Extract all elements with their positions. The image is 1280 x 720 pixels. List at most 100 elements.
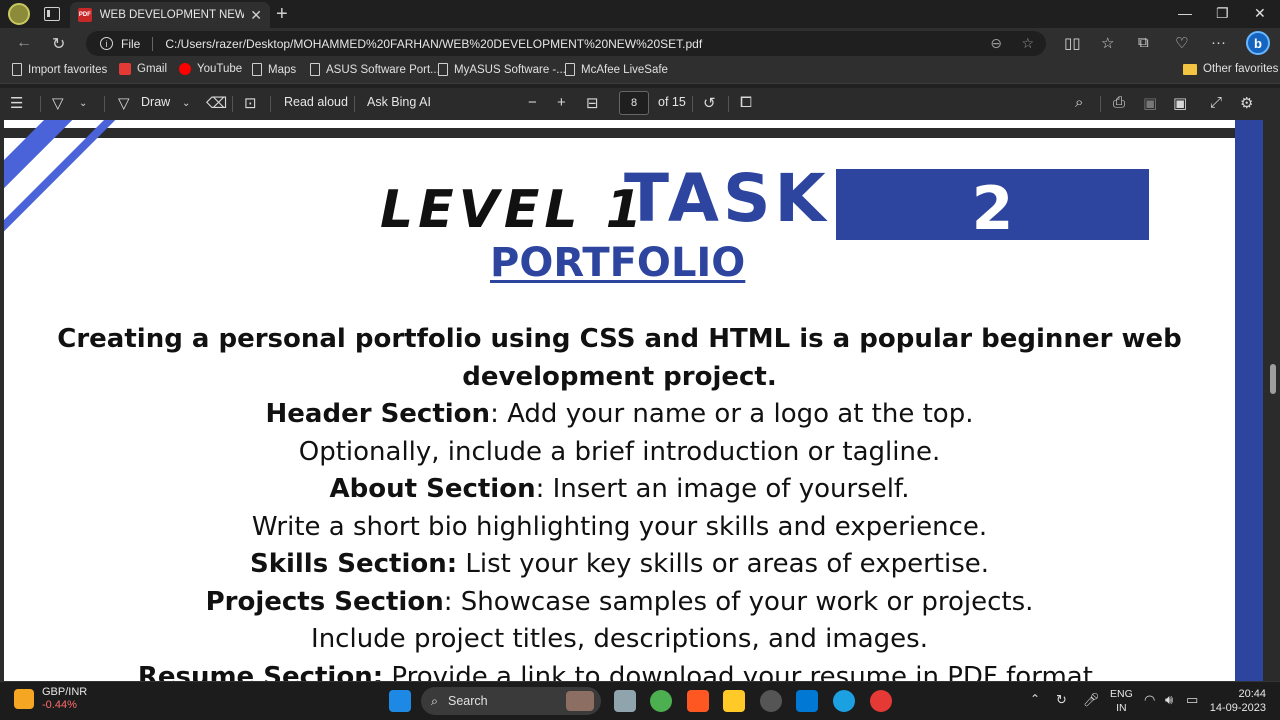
settings-gear-icon[interactable]: ⚙ [1240, 94, 1253, 112]
language-indicator[interactable]: ENG IN [1110, 687, 1133, 715]
fav-maps[interactable]: Maps [252, 63, 296, 76]
body-line: Header Section: Add your name or a logo … [4, 396, 1235, 434]
section-text: List your key skills or areas of experti… [457, 549, 990, 579]
read-aloud-button[interactable]: Read aloud [284, 95, 348, 109]
zoom-icon[interactable]: ⊖ [990, 35, 1002, 52]
page-number-input[interactable]: 8 [619, 91, 649, 115]
draw-button[interactable]: Draw [141, 95, 170, 109]
minimize-icon[interactable]: — [1178, 5, 1192, 21]
divider [354, 96, 355, 112]
refresh-icon[interactable]: ↻ [52, 34, 65, 54]
fav-youtube[interactable]: YouTube [179, 63, 242, 75]
maximize-icon[interactable]: ❐ [1216, 5, 1229, 22]
brave-icon[interactable] [687, 690, 709, 712]
new-tab-icon[interactable]: + [276, 4, 288, 24]
level-title: LEVEL 1 [380, 180, 647, 240]
contents-icon[interactable]: ☰ [10, 94, 23, 112]
tab-actions-icon[interactable] [44, 7, 60, 21]
body-line: Projects Section: Showcase samples of yo… [4, 584, 1235, 622]
search-icon[interactable]: ⌕ [1075, 94, 1083, 111]
save-as-icon[interactable]: ▣ [1173, 94, 1187, 112]
page-view-icon[interactable]: ⧠ [740, 94, 752, 111]
print-icon[interactable]: ⎙ [1113, 94, 1125, 111]
info-icon[interactable]: i [100, 37, 113, 50]
clock[interactable]: 20:44 14-09-2023 [1210, 687, 1266, 715]
scrollbar-thumb[interactable] [1270, 364, 1276, 394]
favorite-star-icon[interactable]: ☆ [1021, 35, 1034, 52]
body-line: Skills Section: List your key skills or … [4, 546, 1235, 584]
section-label: Header Section [265, 399, 491, 429]
section-label: Projects Section [205, 586, 444, 617]
erase-icon[interactable]: ⌫ [206, 94, 227, 112]
rotate-icon[interactable]: ↺ [703, 94, 716, 112]
fav-other[interactable]: Other favorites [1183, 63, 1278, 75]
fav-asus-portal[interactable]: ASUS Software Port... [310, 63, 440, 76]
fullscreen-icon[interactable]: ⤢ [1210, 94, 1222, 111]
favorites-icon[interactable]: ☆ [1101, 34, 1114, 52]
section-text: : Insert an image of yourself. [535, 474, 910, 504]
file-explorer-icon[interactable] [723, 690, 745, 712]
section-text: Write a short bio highlighting your skil… [251, 511, 988, 542]
split-screen-icon[interactable]: ▯▯ [1064, 34, 1081, 52]
app-icon[interactable] [760, 690, 782, 712]
edge-icon[interactable] [833, 690, 855, 712]
page-content: LEVEL 1 TASK 2 PORTFOLIO Creating a pers… [4, 120, 1235, 681]
wifi-icon[interactable]: ◠ [1144, 692, 1155, 708]
battery-icon[interactable]: ▭ [1186, 692, 1198, 708]
address-bar[interactable]: i File C:/Users/razer/Desktop/MOHAMMED%2… [86, 31, 1046, 56]
pdf-page: LEVEL 1 TASK 2 PORTFOLIO Creating a pers… [4, 120, 1235, 681]
section-text: Include project titles, descriptions, an… [311, 624, 928, 654]
search-icon: ⌕ [431, 693, 439, 708]
section-label: Skills Section: [249, 549, 458, 579]
ask-bing-button[interactable]: Ask Bing AI [367, 95, 431, 109]
chevron-down-icon[interactable]: ⌄ [182, 98, 190, 109]
zoom-in-icon[interactable]: + [557, 94, 566, 111]
divider [270, 96, 271, 112]
task-view-icon[interactable] [614, 690, 636, 712]
vertical-scrollbar[interactable] [1266, 118, 1280, 681]
microphone-icon[interactable]: 🎤︎ [1083, 692, 1100, 708]
divider [104, 96, 105, 112]
close-window-icon[interactable]: ✕ [1254, 5, 1266, 22]
divider [728, 96, 729, 112]
fav-label: Maps [268, 63, 297, 76]
navigation-bar: ← ↻ i File C:/Users/razer/Desktop/MOHAMM… [0, 28, 1280, 58]
tab-close-icon[interactable]: ✕ [250, 7, 262, 24]
zoom-out-icon[interactable]: − [528, 94, 537, 111]
save-icon[interactable]: ▣ [1143, 94, 1157, 112]
start-icon[interactable] [389, 690, 411, 712]
sync-icon[interactable]: ↻ [1056, 692, 1067, 708]
fit-page-icon[interactable]: ⊟ [586, 94, 599, 112]
vscode-icon[interactable] [796, 690, 818, 712]
volume-icon[interactable]: 🔊︎ [1165, 692, 1173, 708]
bing-copilot-icon[interactable]: b [1246, 31, 1270, 55]
chevron-down-icon[interactable]: ⌄ [79, 98, 87, 109]
text-box-icon[interactable]: ⊡ [244, 94, 257, 112]
title-bar: PDF WEB DEVELOPMENT NEW SET.pdf ✕ + — ❐ … [0, 0, 1280, 28]
portfolio-heading: PORTFOLIO [490, 240, 746, 286]
draw-icon[interactable]: ▽ [118, 94, 130, 112]
widget-icon[interactable] [566, 691, 594, 711]
tab-title: WEB DEVELOPMENT NEW SET.pdf [99, 9, 245, 21]
stock-widget[interactable]: GBP/INR -0.44% [14, 686, 87, 712]
fav-myasus[interactable]: MyASUS Software -... [438, 63, 566, 76]
address-url[interactable]: C:/Users/razer/Desktop/MOHAMMED%20FARHAN… [165, 37, 702, 51]
highlight-icon[interactable]: ▽ [52, 94, 64, 112]
document-body: Creating a personal portfolio using CSS … [4, 320, 1235, 681]
fav-gmail[interactable]: Gmail [119, 63, 167, 75]
profile-avatar[interactable] [8, 3, 30, 25]
browser-essentials-icon[interactable]: ♡ [1175, 34, 1188, 52]
pdf-toolbar: ☰ ▽ ⌄ ▽ Draw ⌄ ⌫ ⊡ Read aloud Ask Bing A… [0, 88, 1280, 118]
collections-icon[interactable]: ⧉ [1138, 34, 1149, 51]
youtube-icon [179, 63, 191, 75]
divider [692, 96, 693, 112]
fav-mcafee[interactable]: McAfee LiveSafe [565, 63, 668, 76]
pdf-viewport[interactable]: LEVEL 1 TASK 2 PORTFOLIO Creating a pers… [0, 118, 1280, 681]
chevron-up-icon[interactable]: ⌃ [1030, 692, 1040, 706]
tab-pdf[interactable]: PDF WEB DEVELOPMENT NEW SET.pdf ✕ [70, 2, 270, 28]
more-options-icon[interactable]: ··· [1211, 34, 1226, 51]
fav-import[interactable]: Import favorites [12, 63, 107, 76]
back-icon[interactable]: ← [16, 34, 32, 52]
chrome-icon[interactable] [650, 690, 672, 712]
chrome-profile-icon[interactable] [870, 690, 892, 712]
